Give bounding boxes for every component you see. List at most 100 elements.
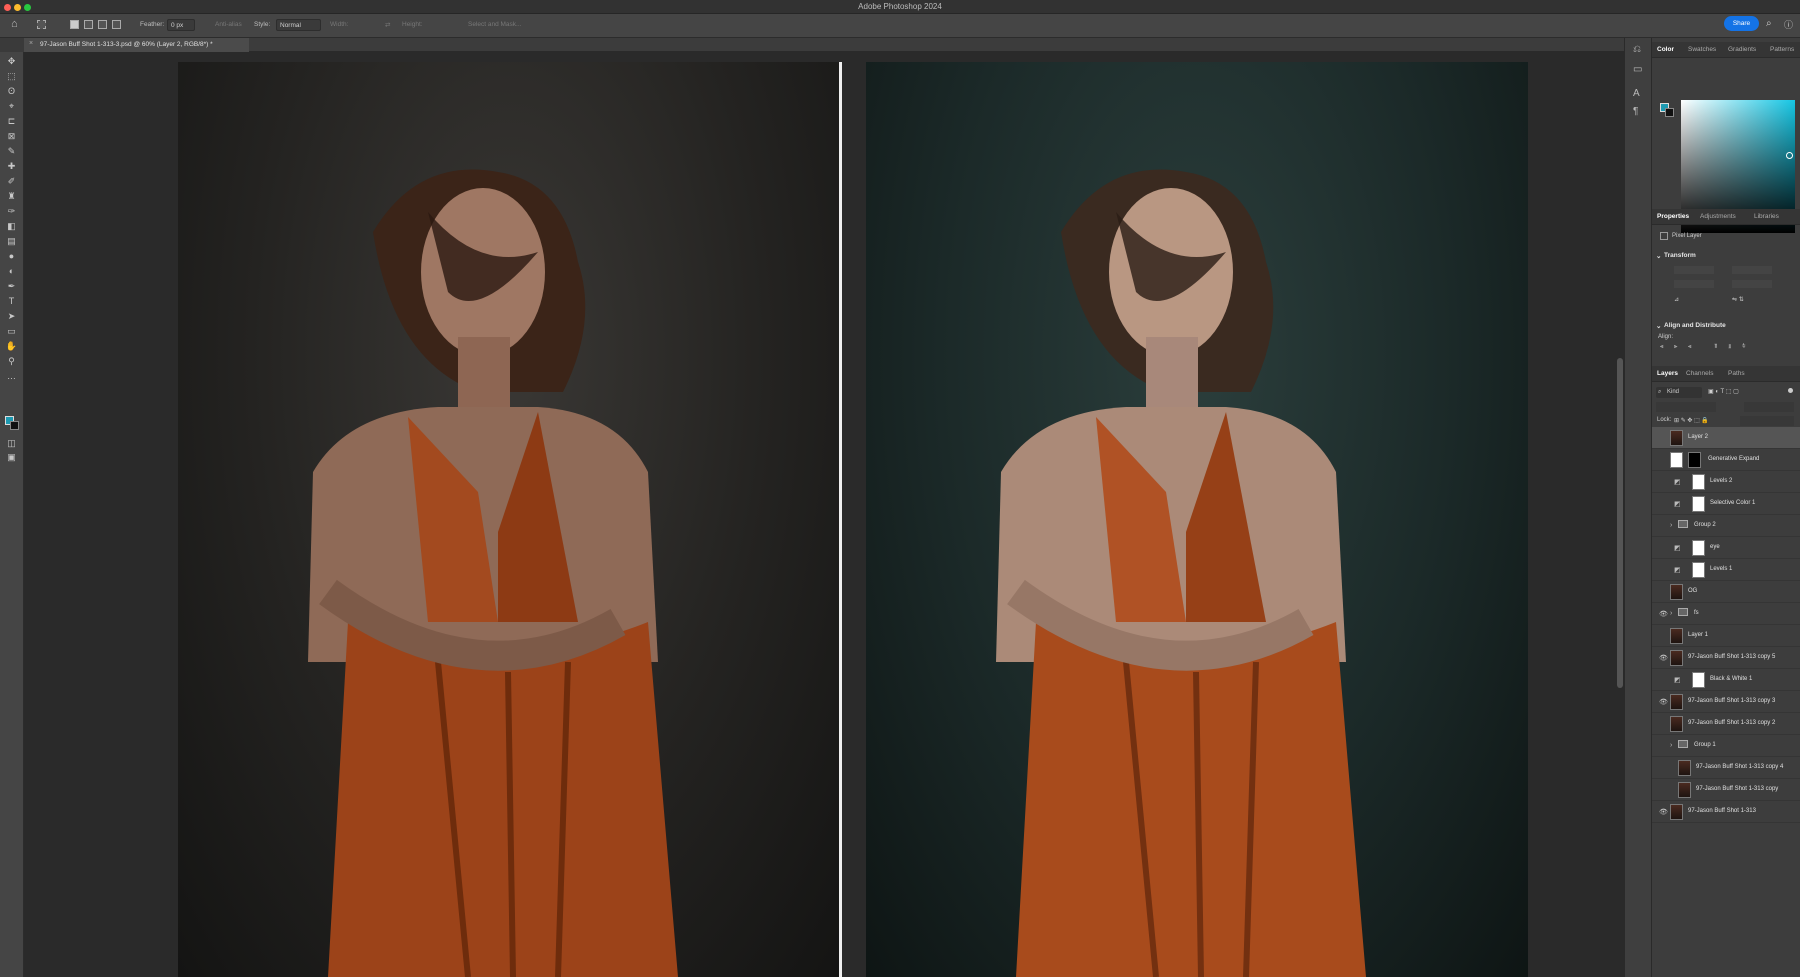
visibility-eye-icon[interactable]: 👁 [1659,610,1668,618]
transform-w-field[interactable] [1674,266,1714,274]
frame-icon[interactable]: ⊠ [5,131,18,142]
tab-gradients[interactable]: Gradients [1728,46,1756,53]
lasso-icon[interactable]: ʘ [5,86,18,97]
layer-row[interactable]: ◩ eye [1652,537,1800,559]
background-color-swatch[interactable] [10,421,19,430]
move-icon[interactable]: ✥ [5,56,18,67]
align-middle-icon[interactable]: ⫫ [1728,344,1731,351]
tab-layers[interactable]: Layers [1657,370,1678,377]
layer-mask-thumbnail[interactable] [1692,540,1705,556]
tab-adjustments[interactable]: Adjustments [1700,213,1736,220]
opacity-field[interactable] [1744,402,1794,412]
screen-mode-icon[interactable]: ▣ [5,452,18,463]
zoom-icon[interactable]: ⚲ [5,356,18,367]
dodge-icon[interactable]: ◐ [5,266,18,277]
quick-mask-icon[interactable]: ◫ [5,438,18,449]
tab-patterns[interactable]: Patterns [1770,46,1794,53]
eyedropper-icon[interactable]: ✎ [5,146,18,157]
select-and-mask-button[interactable]: Select and Mask... [468,21,521,28]
blend-mode-select[interactable] [1656,402,1716,412]
swap-icon[interactable]: ⇄ [385,21,390,29]
history-icon[interactable]: ⎌ [1633,44,1641,55]
visibility-eye-icon[interactable]: 👁 [1659,654,1668,662]
layer-row[interactable]: ◩ Levels 1 [1652,559,1800,581]
layer-row[interactable]: Generative Expand [1652,449,1800,471]
layer-row[interactable]: ◩ Black & White 1 [1652,669,1800,691]
object-select-icon[interactable]: ⌖ [5,101,18,112]
crop-icon[interactable]: ⊏ [5,116,18,127]
layer-row[interactable]: › Group 1 [1652,735,1800,757]
layer-row[interactable]: 97-Jason Buff Shot 1-313 copy 4 [1652,757,1800,779]
flip-icon[interactable]: ⇋ ⇅ [1732,296,1744,303]
paragraph-icon[interactable]: ¶ [1633,106,1638,117]
tab-swatches[interactable]: Swatches [1688,46,1716,53]
transform-h-field[interactable] [1674,280,1714,288]
layer-row[interactable]: 👁 › fs [1652,603,1800,625]
new-selection-icon[interactable] [70,20,79,29]
search-icon[interactable]: ⌕ [1766,18,1772,29]
align-bottom-icon[interactable]: ⫩ [1742,344,1745,351]
layer-mask-thumbnail[interactable] [1688,452,1701,468]
layer-row[interactable]: 97-Jason Buff Shot 1-313 copy [1652,779,1800,801]
history-brush-icon[interactable]: ✑ [5,206,18,217]
tab-channels[interactable]: Channels [1686,370,1713,377]
tab-color[interactable]: Color [1657,46,1674,53]
fill-field[interactable] [1740,416,1794,426]
layer-mask-thumbnail[interactable] [1692,672,1705,688]
close-tab-icon[interactable]: × [29,40,33,47]
comments-icon[interactable]: ▭ [1633,64,1642,75]
group-expand-icon[interactable]: › [1670,610,1672,617]
feather-input[interactable]: 0 px [167,19,195,31]
character-icon[interactable]: A [1633,88,1640,99]
layer-mask-thumbnail[interactable] [1692,562,1705,578]
eraser-icon[interactable]: ◧ [5,221,18,232]
layer-mask-thumbnail[interactable] [1692,474,1705,490]
lock-icons[interactable]: ⊞ ✎ ✥ ⬚ 🔒 [1674,417,1709,424]
layer-row[interactable]: ◩ Selective Color 1 [1652,493,1800,515]
healing-icon[interactable]: ✚ [5,161,18,172]
type-icon[interactable]: T [5,296,18,307]
more-tools-icon[interactable]: … [5,371,18,382]
filter-toggle-icon[interactable] [1788,388,1793,393]
blur-icon[interactable]: ● [5,251,18,262]
rotate-angle-icon[interactable]: ⊿ [1674,296,1679,303]
transform-x-field[interactable] [1732,266,1772,274]
visibility-eye-icon[interactable]: 👁 [1659,698,1668,706]
gradient-icon[interactable]: ▤ [5,236,18,247]
home-icon[interactable]: ⌂ [11,18,18,30]
layer-mask-thumbnail[interactable] [1692,496,1705,512]
group-expand-icon[interactable]: › [1670,742,1672,749]
group-expand-icon[interactable]: › [1670,522,1672,529]
filter-pixel-icon[interactable]: ▣ ◐ T ⬚ ▢ [1708,388,1739,395]
layer-row[interactable]: 👁 97-Jason Buff Shot 1-313 copy 5 [1652,647,1800,669]
marquee-icon[interactable]: ⬚ [5,71,18,82]
marquee-preset-icon[interactable] [37,20,46,29]
subtract-selection-icon[interactable] [98,20,107,29]
help-icon[interactable]: ⓘ [1784,18,1793,31]
tab-properties[interactable]: Properties [1657,213,1689,220]
layer-row[interactable]: 👁 97-Jason Buff Shot 1-313 copy 3 [1652,691,1800,713]
path-select-icon[interactable]: ➤ [5,311,18,322]
document-tab[interactable]: × 97-Jason Buff Shot 1-313-3.psd @ 60% (… [24,38,249,52]
layer-row[interactable]: OG [1652,581,1800,603]
transform-y-field[interactable] [1732,280,1772,288]
tab-libraries[interactable]: Libraries [1754,213,1779,220]
hand-icon[interactable]: ✋ [5,341,18,352]
layer-row[interactable]: 97-Jason Buff Shot 1-313 copy 2 [1652,713,1800,735]
tab-paths[interactable]: Paths [1728,370,1745,377]
layer-row[interactable]: Layer 2 [1652,427,1800,449]
canvas-vertical-scrollbar[interactable] [1617,358,1623,688]
align-right-icon[interactable]: ⫷ [1688,344,1691,351]
stamp-icon[interactable]: ♜ [5,191,18,202]
align-center-icon[interactable]: ⫸ [1674,344,1677,351]
align-toggle[interactable]: ⌄ [1656,322,1661,330]
pen-icon[interactable]: ✒ [5,281,18,292]
layer-row[interactable]: › Group 2 [1652,515,1800,537]
shape-icon[interactable]: ▭ [5,326,18,337]
color-picker-cursor[interactable] [1786,152,1793,159]
visibility-eye-icon[interactable]: 👁 [1659,808,1668,816]
add-selection-icon[interactable] [84,20,93,29]
layer-row[interactable]: ◩ Levels 2 [1652,471,1800,493]
align-top-icon[interactable]: ⫪ [1714,344,1717,351]
layer-row[interactable]: 👁 97-Jason Buff Shot 1-313 [1652,801,1800,823]
